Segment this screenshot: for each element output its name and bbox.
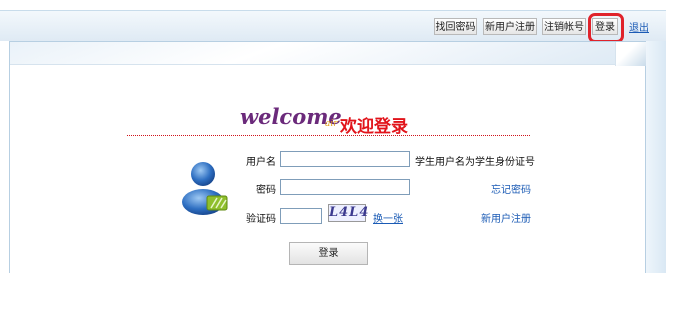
login-highlight-box xyxy=(588,13,624,43)
username-label: 用户名 xyxy=(246,157,276,168)
username-hint: 学生用户名为学生身份证号 xyxy=(415,157,535,168)
register-link[interactable]: 新用户注册 xyxy=(481,210,531,225)
find-password-button[interactable]: 找回密码 xyxy=(434,18,477,35)
right-decor-strip xyxy=(646,41,666,273)
password-label: 密码 xyxy=(256,185,276,196)
panel-corner xyxy=(615,42,646,66)
top-toolbar: 找回密码 新用户注册 注销帐号 登录 退出 xyxy=(0,10,666,41)
refresh-captcha-link[interactable]: 换一张 xyxy=(373,210,403,225)
panel-header xyxy=(10,42,645,65)
forgot-password-link[interactable]: 忘记密码 xyxy=(491,181,531,196)
username-input[interactable] xyxy=(280,151,410,167)
logout-link[interactable]: 退出 xyxy=(629,19,649,34)
new-user-register-button[interactable]: 新用户注册 xyxy=(483,18,537,35)
captcha-input[interactable] xyxy=(280,208,322,224)
captcha-image[interactable]: L4L4 xyxy=(328,204,368,222)
user-avatar-icon xyxy=(182,162,228,215)
password-input[interactable] xyxy=(280,179,410,195)
welcome-title: 欢迎登录 xyxy=(340,117,408,137)
title-divider xyxy=(127,135,530,136)
welcome-logo-sub: air xyxy=(325,119,338,129)
cancel-account-button[interactable]: 注销帐号 xyxy=(542,18,586,35)
login-submit-button[interactable]: 登录 xyxy=(289,242,368,265)
captcha-label: 验证码 xyxy=(246,214,276,225)
